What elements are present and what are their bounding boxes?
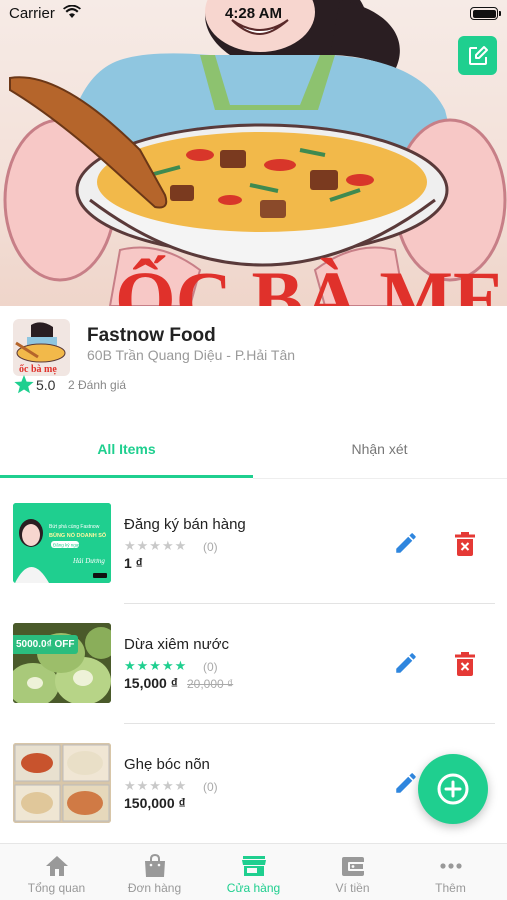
tab-reviews[interactable]: Nhận xét [253,430,506,478]
store-icon [242,856,266,876]
svg-text:ốc bà mẹ: ốc bà mẹ [19,364,57,375]
more-icon [440,863,462,869]
item-price: 150,000 ₫ [124,795,186,811]
item-original-price: 20,000 ₫ [187,677,234,691]
battery-icon [470,7,501,20]
store-info: ốc bà mẹ Fastnow Food 60B Trần Quang Diệ… [0,306,507,406]
bottom-navigation: Tổng quan Đơn hàng Cửa hàng Ví tiền Thêm [0,843,507,900]
soup-illustration: ỐC BÀ MẸ [3,0,507,306]
edit-pencil-icon[interactable] [393,650,419,676]
shopping-bag-icon [145,853,165,877]
nav-overview[interactable]: Tổng quan [6,844,107,900]
list-item[interactable]: 5000.0₫ OFF Dừa xiêm nước ★★★★★ (0) 15,0… [0,610,507,730]
rating-value: 5.0 [36,377,56,393]
status-bar: Carrier 4:28 AM [0,0,507,30]
list-item[interactable]: Bứt phá cùng Fastnow BÙNG NỔ DOANH SỐ Đă… [0,490,507,610]
store-logo: ốc bà mẹ [13,319,70,376]
item-name: Ghẹ bóc nõn [124,756,210,773]
divider [124,603,495,604]
delete-trash-icon[interactable] [454,532,476,556]
svg-text:Hải Dương: Hải Dương [72,557,105,565]
home-icon [46,856,68,876]
item-rating-stars: ★★★★★ [124,538,188,553]
nav-label: Tổng quan [27,881,86,895]
svg-text:Đăng ký ngay: Đăng ký ngay [53,543,81,548]
item-name: Dừa xiêm nước [124,636,229,653]
review-count[interactable]: 2 Đánh giá [68,378,126,392]
item-image: Bứt phá cùng Fastnow BÙNG NỔ DOANH SỐ Đă… [13,503,111,583]
discount-badge: 5000.0₫ OFF [13,635,78,654]
nav-label: Thêm [435,881,466,895]
item-name: Đăng ký bán hàng [124,516,246,533]
item-rating-stars: ★★★★★ [124,778,188,793]
delete-trash-icon[interactable] [454,652,476,676]
edit-square-icon [468,45,488,65]
store-address: 60B Trần Quang Diệu - P.Hải Tân [87,347,296,363]
divider [124,723,495,724]
edit-pencil-icon[interactable] [393,770,419,796]
item-rating-stars: ★★★★★ [124,658,188,673]
svg-text:BÙNG NỔ DOANH SỐ: BÙNG NỔ DOANH SỐ [49,532,107,539]
item-image: 5000.0₫ OFF [13,623,111,703]
nav-label: Ví tiền [335,881,370,895]
tab-divider [253,478,507,479]
item-rating-count: (0) [203,780,218,794]
edit-store-button[interactable] [458,36,497,75]
banner-text: ỐC BÀ MẸ [115,255,505,306]
plus-circle-icon [437,773,469,805]
nav-label: Cửa hàng [226,881,281,895]
store-name: Fastnow Food [87,325,216,346]
store-cover-image: ỐC BÀ MẸ [0,0,507,306]
item-rating-count: (0) [203,660,218,674]
clock: 4:28 AM [225,5,282,22]
star-icon [14,375,34,394]
add-item-button[interactable] [418,754,488,824]
item-image [13,743,111,823]
store-tabs: All Items Nhận xét [0,430,507,480]
wallet-icon [342,857,365,876]
edit-pencil-icon[interactable] [393,530,419,556]
item-rating-count: (0) [203,540,218,554]
nav-store[interactable]: Cửa hàng [203,844,304,900]
item-price: 1 ₫ [124,555,143,571]
nav-orders[interactable]: Đơn hàng [104,844,205,900]
nav-more[interactable]: Thêm [400,844,501,900]
nav-wallet[interactable]: Ví tiền [302,844,403,900]
tab-all-items[interactable]: All Items [0,430,253,478]
svg-text:Bứt phá cùng Fastnow: Bứt phá cùng Fastnow [49,524,100,530]
nav-label: Đơn hàng [127,881,182,895]
item-price: 15,000 ₫ [124,675,178,691]
